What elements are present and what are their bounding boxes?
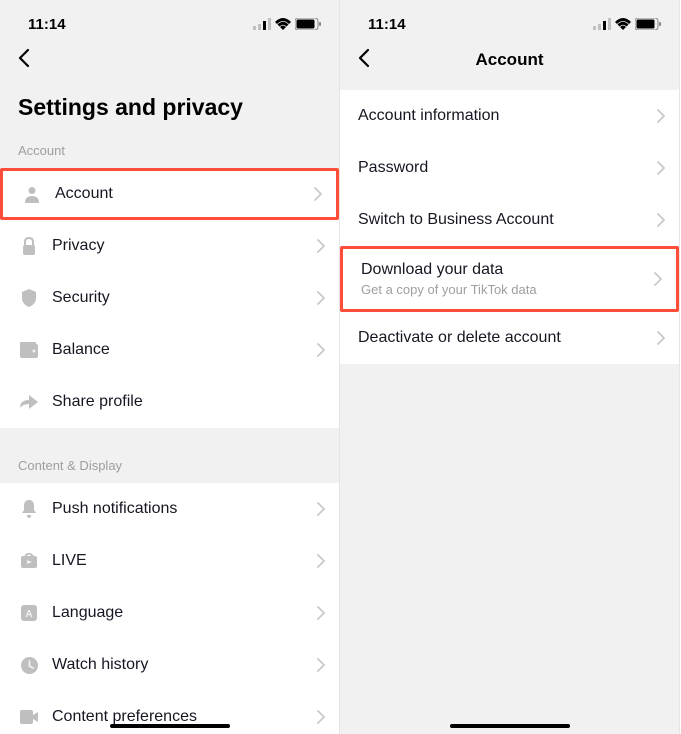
list-item-share-profile[interactable]: Share profile (0, 376, 339, 428)
chevron-right-icon (657, 213, 665, 227)
list-group-account: Account Privacy Security Balance (0, 168, 339, 428)
list-item-label: Push notifications (52, 500, 317, 518)
list-item-label: LIVE (52, 552, 317, 570)
list-group-content: Push notifications LIVE A Language Watch… (0, 483, 339, 734)
svg-text:A: A (25, 609, 32, 620)
battery-icon (295, 18, 321, 30)
list-item-label: Privacy (52, 237, 317, 255)
chevron-right-icon (317, 291, 325, 305)
list-item-account-information[interactable]: Account information (340, 90, 679, 142)
home-indicator[interactable] (450, 724, 570, 728)
list-item-account[interactable]: Account (0, 168, 339, 220)
status-bar: 11:14 (0, 0, 339, 42)
list-item-label: Account (55, 185, 314, 203)
list-item-label: Account information (358, 107, 657, 125)
chevron-right-icon (657, 109, 665, 123)
live-icon (18, 553, 40, 569)
list-item-live[interactable]: LIVE (0, 535, 339, 587)
account-screen: 11:14 Account Account information Passwo… (340, 0, 680, 734)
list-item-privacy[interactable]: Privacy (0, 220, 339, 272)
list-item-label: Language (52, 604, 317, 622)
wifi-icon (275, 18, 291, 30)
chevron-right-icon (654, 272, 662, 286)
wallet-icon (18, 342, 40, 358)
status-icons (593, 18, 661, 30)
wifi-icon (615, 18, 631, 30)
signal-icon (253, 18, 271, 30)
nav-title: Account (340, 50, 679, 70)
list-item-password[interactable]: Password (340, 142, 679, 194)
list-item-balance[interactable]: Balance (0, 324, 339, 376)
chevron-right-icon (657, 161, 665, 175)
status-bar: 11:14 (340, 0, 679, 42)
chevron-right-icon (317, 239, 325, 253)
section-header-account: Account (0, 137, 339, 168)
back-button[interactable] (352, 46, 376, 75)
list-group-account-detail: Account information Password Switch to B… (340, 90, 679, 364)
nav-bar (0, 42, 339, 82)
history-icon (18, 657, 40, 674)
chevron-right-icon (317, 343, 325, 357)
list-item-watch-history[interactable]: Watch history (0, 639, 339, 691)
chevron-right-icon (317, 606, 325, 620)
signal-icon (593, 18, 611, 30)
video-icon (18, 710, 40, 724)
settings-screen: 11:14 Settings and privacy Account Accou… (0, 0, 340, 734)
list-item-label: Balance (52, 341, 317, 359)
language-icon: A (18, 605, 40, 621)
section-gap (0, 428, 339, 452)
lock-icon (18, 237, 40, 255)
section-header-content: Content & Display (0, 452, 339, 483)
list-item-switch-business[interactable]: Switch to Business Account (340, 194, 679, 246)
back-button[interactable] (12, 46, 36, 75)
chevron-right-icon (317, 502, 325, 516)
list-item-download-data[interactable]: Download your data Get a copy of your Ti… (340, 246, 679, 312)
share-icon (18, 394, 40, 410)
status-time: 11:14 (28, 16, 66, 33)
list-item-label: Download your data (361, 261, 654, 279)
chevron-right-icon (317, 710, 325, 724)
chevron-left-icon (358, 48, 370, 68)
list-item-security[interactable]: Security (0, 272, 339, 324)
list-item-label: Password (358, 159, 657, 177)
list-item-deactivate-delete[interactable]: Deactivate or delete account (340, 312, 679, 364)
shield-icon (18, 289, 40, 307)
list-item-label: Share profile (52, 393, 325, 411)
status-time: 11:14 (368, 16, 406, 33)
chevron-left-icon (18, 48, 30, 68)
nav-bar: Account (340, 42, 679, 82)
user-icon (21, 185, 43, 203)
battery-icon (635, 18, 661, 30)
list-item-label: Watch history (52, 656, 317, 674)
list-item-label: Deactivate or delete account (358, 329, 657, 347)
list-item-subtitle: Get a copy of your TikTok data (361, 282, 654, 297)
list-item-push-notifications[interactable]: Push notifications (0, 483, 339, 535)
list-item-label: Security (52, 289, 317, 307)
home-indicator[interactable] (110, 724, 230, 728)
list-item-label: Switch to Business Account (358, 211, 657, 229)
chevron-right-icon (317, 658, 325, 672)
chevron-right-icon (317, 554, 325, 568)
list-item-language[interactable]: A Language (0, 587, 339, 639)
bell-icon (18, 500, 40, 518)
chevron-right-icon (657, 331, 665, 345)
chevron-right-icon (314, 187, 322, 201)
page-title: Settings and privacy (0, 82, 339, 137)
status-icons (253, 18, 321, 30)
